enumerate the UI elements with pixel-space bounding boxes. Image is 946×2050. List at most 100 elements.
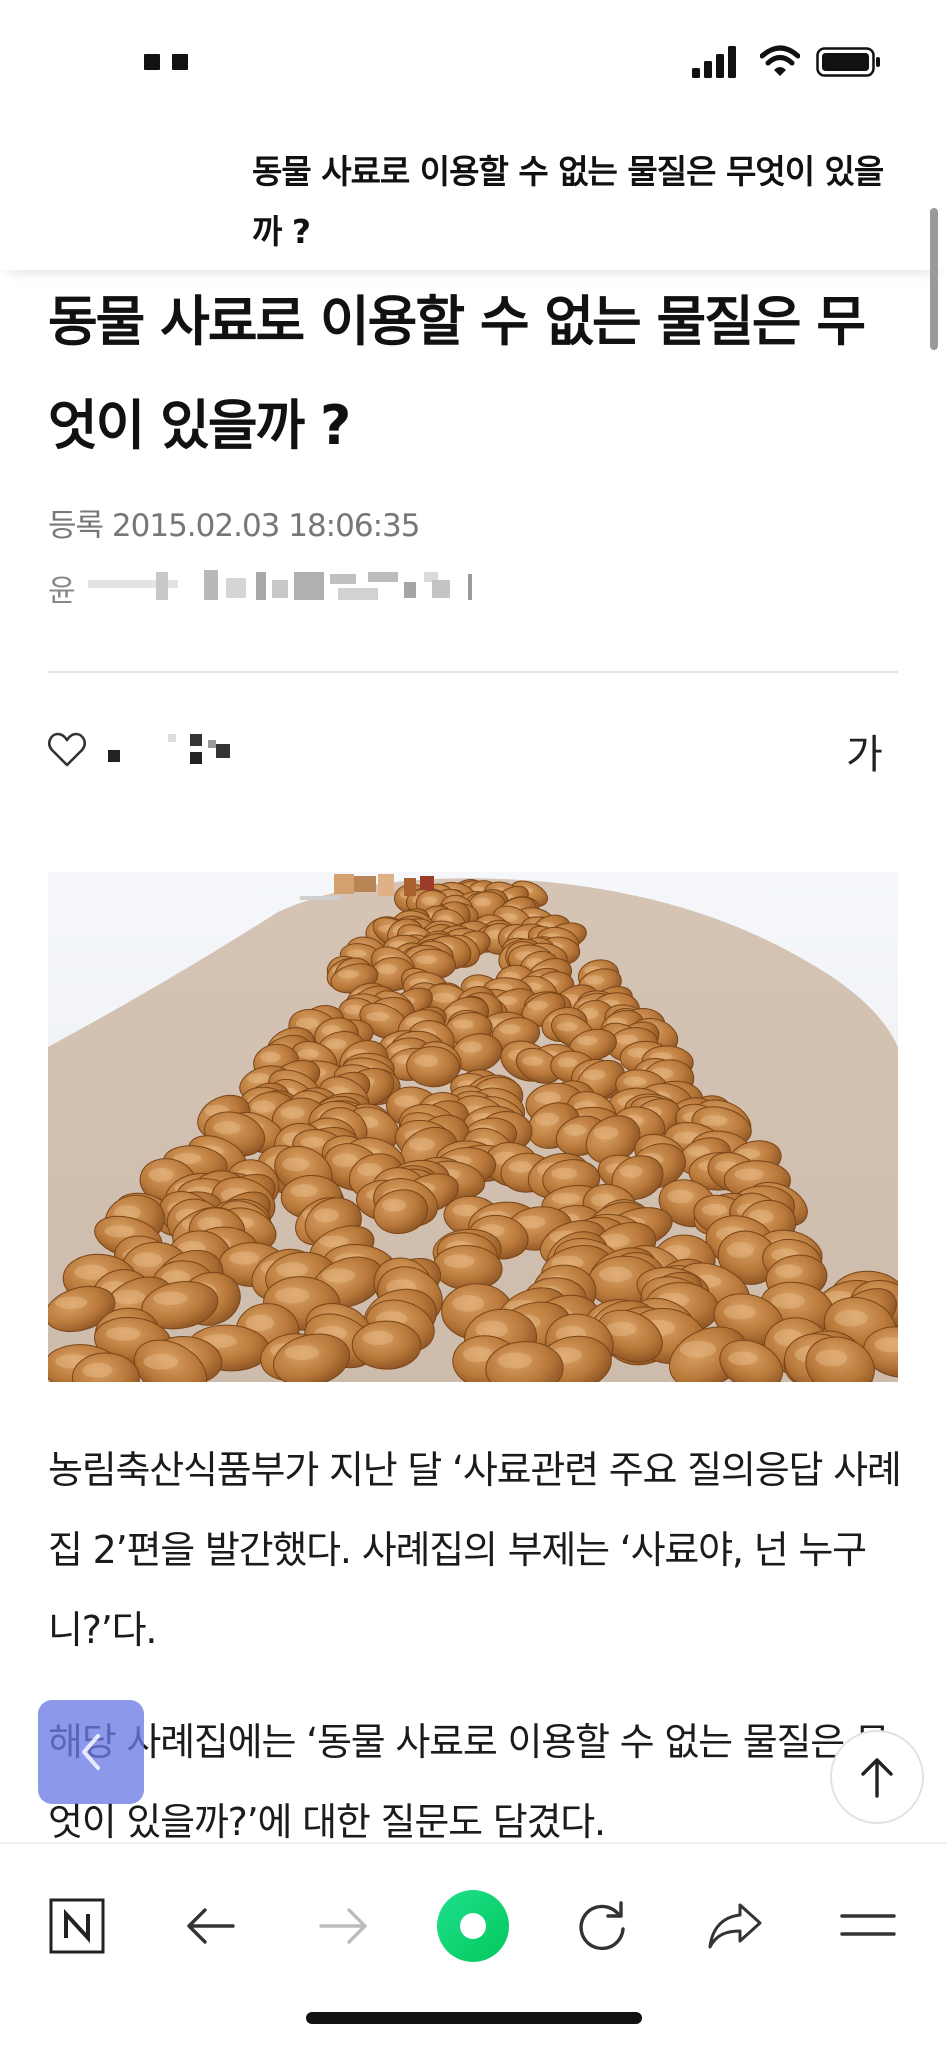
kibble-highlight xyxy=(274,1287,310,1304)
kibble-highlight xyxy=(111,1289,146,1305)
section-divider xyxy=(48,671,898,673)
kibble-highlight xyxy=(452,1019,474,1029)
kibble-highlight xyxy=(734,1168,764,1181)
kibble-highlight xyxy=(623,1076,647,1087)
kibble-highlight xyxy=(362,1330,394,1346)
kibble-highlight xyxy=(563,1124,587,1136)
sticky-header: 동물 사료로 이용할 수 없는 물질은 무엇이 있을까 ? xyxy=(0,120,946,270)
kibble-highlight xyxy=(346,949,367,958)
kibble-highlight xyxy=(366,1011,390,1022)
kibble-highlight xyxy=(584,975,605,985)
heart-icon[interactable] xyxy=(48,732,86,768)
status-bar xyxy=(0,0,946,120)
article-date: 등록 2015.02.03 18:06:35 xyxy=(48,508,420,544)
sticky-title: 동물 사료로 이용할 수 없는 물질은 무엇이 있을까 ? xyxy=(252,152,884,251)
kibble-highlight xyxy=(280,1106,305,1119)
kibble-highlight xyxy=(551,1193,581,1205)
kibble-highlight xyxy=(499,1024,521,1035)
back-button[interactable] xyxy=(171,1886,251,1966)
kibble-highlight xyxy=(557,1057,578,1068)
kibble-highlight xyxy=(148,1167,174,1182)
refresh-button[interactable] xyxy=(562,1886,642,1966)
kibble-highlight xyxy=(508,1161,533,1173)
naver-home-button[interactable] xyxy=(37,1886,117,1966)
kibble-highlight xyxy=(276,1262,308,1278)
signal-icon xyxy=(692,46,736,78)
kibble-highlight xyxy=(282,1157,310,1172)
kibble-highlight xyxy=(246,1073,271,1084)
kibble-photo xyxy=(48,872,898,1382)
kibble-highlight xyxy=(599,1266,632,1283)
kibble-highlight xyxy=(296,1017,319,1030)
kibble-highlight xyxy=(213,1121,241,1135)
camera-dots xyxy=(144,54,200,74)
kibble-highlight xyxy=(475,1320,508,1338)
body-paragraph-2: 해당 사례집에는 ‘동물 사료로 이용할 수 없는 물질은 무엇이 있을까?’에… xyxy=(48,1720,890,1844)
forward-button[interactable] xyxy=(303,1886,383,1966)
like-area[interactable] xyxy=(48,730,268,772)
kibble-highlight xyxy=(55,1296,88,1310)
kibble-highlight xyxy=(284,1344,320,1361)
kibble-highlight xyxy=(245,1314,274,1332)
kibble-highlight xyxy=(132,1252,163,1268)
author-initial: 윤 xyxy=(48,574,76,609)
floating-back-button[interactable] xyxy=(38,1700,144,1804)
kibble-highlight xyxy=(432,992,456,1003)
kibble-highlight xyxy=(726,1242,755,1258)
wifi-icon xyxy=(760,45,800,76)
font-size-button[interactable]: 가 xyxy=(846,722,883,780)
kibble-highlight xyxy=(357,1163,382,1177)
article-author: 윤 xyxy=(48,566,472,609)
kibble-highlight xyxy=(522,1056,544,1066)
kibble-highlight xyxy=(771,1293,805,1309)
kibble-highlight xyxy=(834,1309,868,1327)
kibble-highlight xyxy=(300,1137,325,1148)
kibble-highlight xyxy=(313,1208,340,1223)
kibble-highlight xyxy=(415,955,437,965)
kibble-highlight xyxy=(104,1225,136,1238)
battery-icon xyxy=(816,47,880,77)
green-dot-button[interactable] xyxy=(433,1886,513,1966)
kibble-highlight xyxy=(152,1291,188,1306)
kibble-highlight xyxy=(377,964,397,975)
kibble-highlight xyxy=(576,1035,598,1046)
refresh-icon xyxy=(579,1901,625,1951)
kibble-highlight xyxy=(105,1326,141,1341)
kibble-highlight xyxy=(82,1362,113,1378)
share-button[interactable] xyxy=(695,1886,775,1966)
home-indicator xyxy=(306,2012,642,2024)
back-arrow-icon xyxy=(187,1908,235,1944)
kibble-highlight xyxy=(473,897,491,907)
kibble-highlight xyxy=(527,1000,549,1010)
kibble-highlight xyxy=(443,1254,475,1268)
kibble-highlight xyxy=(534,1091,561,1104)
menu-button[interactable] xyxy=(828,1886,908,1966)
kibble-highlight xyxy=(290,1184,318,1198)
kibble-highlight xyxy=(775,1264,803,1278)
kibble-highlight xyxy=(322,1268,356,1283)
arrow-up-icon xyxy=(861,1758,893,1798)
kibble-highlight xyxy=(619,1164,643,1178)
scroll-top-button[interactable] xyxy=(830,1730,924,1824)
kibble-highlight xyxy=(337,970,360,979)
kibble-highlight xyxy=(728,1351,758,1366)
kibble-highlight xyxy=(229,1251,260,1265)
kibble-highlight xyxy=(408,1137,435,1151)
share-icon xyxy=(708,1903,762,1949)
menu-icon xyxy=(840,1914,896,1936)
kibble-highlight xyxy=(421,896,438,905)
kibble-highlight xyxy=(551,1167,577,1180)
kibble-highlight xyxy=(723,1304,756,1320)
scroll-indicator[interactable] xyxy=(930,208,938,350)
kibble-highlight xyxy=(700,1115,728,1127)
kibble-highlight xyxy=(556,1022,578,1032)
kibble-highlight xyxy=(414,1054,439,1067)
article-title: 동물 사료로 이용할 수 없는 물질은 무엇이 있을까 ? xyxy=(48,290,866,457)
kibble-highlight xyxy=(582,1069,606,1080)
green-dot-icon xyxy=(437,1890,509,1962)
kibble-highlight xyxy=(667,1189,694,1204)
naver-home-icon xyxy=(49,1898,105,1954)
kibble-highlight xyxy=(701,1203,728,1216)
kibble-highlight xyxy=(452,1295,485,1312)
kibble-highlight xyxy=(593,1126,619,1140)
